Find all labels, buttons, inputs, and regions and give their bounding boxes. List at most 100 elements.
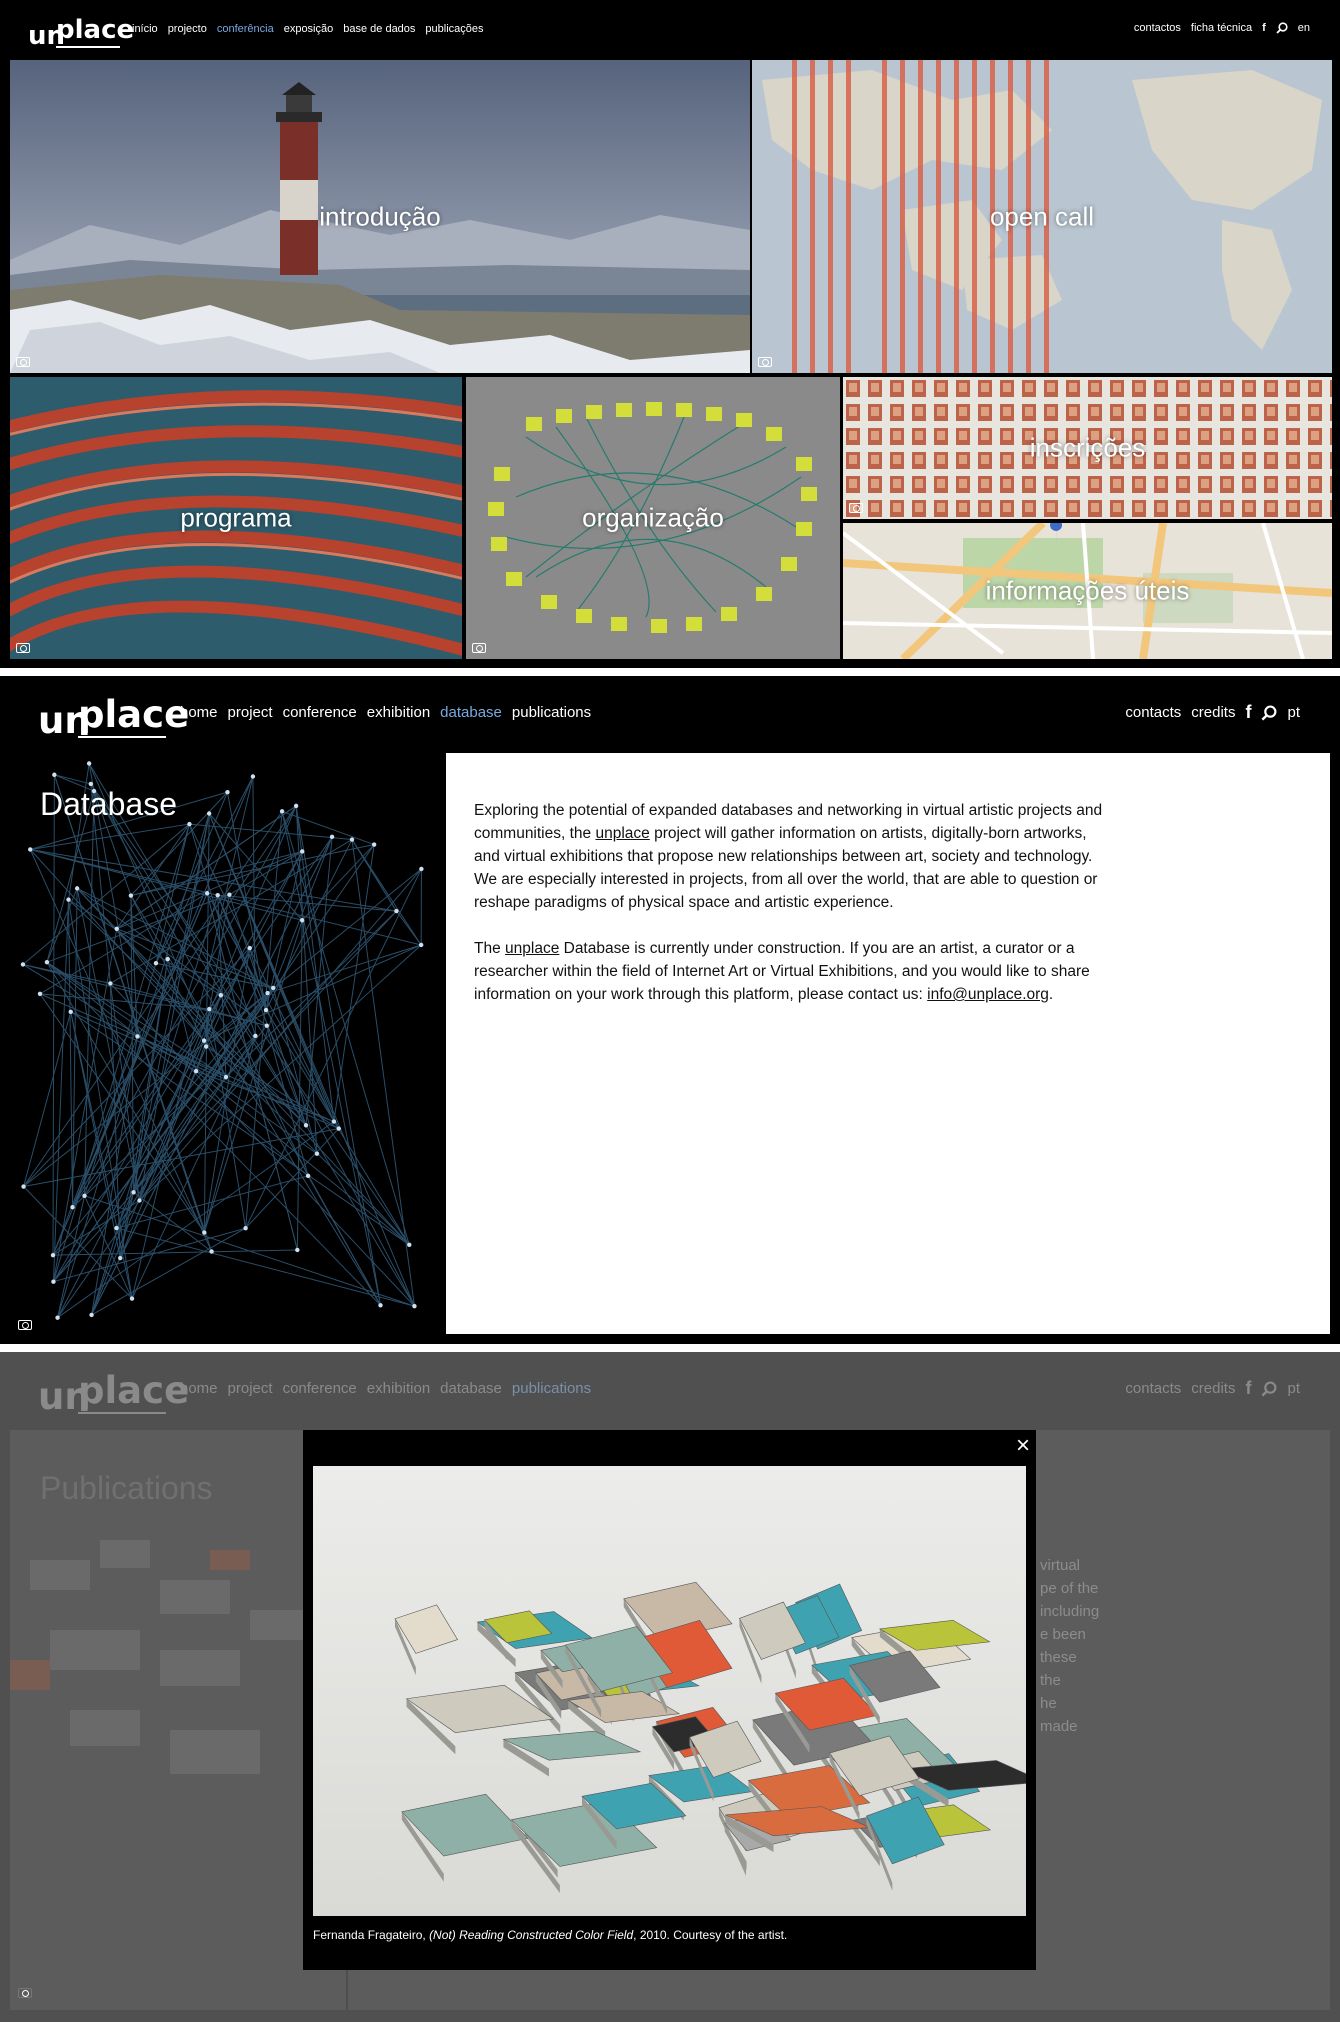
camera-icon[interactable] xyxy=(849,503,863,513)
logo-place: place xyxy=(78,693,190,736)
logo-place: place xyxy=(78,1369,190,1412)
unplace-link[interactable]: unplace xyxy=(595,825,649,842)
conference-page-panel: un place início projecto conferência exp… xyxy=(0,0,1340,668)
tile-label: open call xyxy=(989,201,1095,231)
camera-icon[interactable] xyxy=(472,643,486,653)
bg-line: pe of the xyxy=(1040,1580,1099,1597)
nav-credits[interactable]: credits xyxy=(1191,704,1235,721)
close-icon[interactable]: × xyxy=(1016,1434,1030,1458)
top-navigation: un place home project conference exhibit… xyxy=(0,676,1340,748)
secondary-menu: contacts credits f pt xyxy=(1125,702,1300,723)
tile-label: introdução xyxy=(319,201,441,231)
tile-introducao[interactable]: introdução xyxy=(10,60,750,373)
camera-icon[interactable] xyxy=(16,643,30,653)
camera-icon[interactable] xyxy=(18,1320,32,1330)
top-navigation: un place home project conference exhibit… xyxy=(0,1352,1340,1424)
logo-place: place xyxy=(56,15,135,45)
nav-conferencia[interactable]: conferência xyxy=(217,23,274,35)
bg-line: e been xyxy=(1040,1626,1086,1643)
caption-artist: Fernanda Fragateiro, xyxy=(313,1928,430,1942)
publication-thumbnail xyxy=(10,1540,320,1774)
image-caption: Fernanda Fragateiro, (Not) Reading Const… xyxy=(313,1928,787,1942)
nav-contacts[interactable]: contacts xyxy=(1125,1380,1181,1397)
caption-credit: , 2010. Courtesy of the artist. xyxy=(633,1928,788,1942)
search-icon[interactable] xyxy=(1261,1381,1277,1397)
email-link[interactable]: info@unplace.org xyxy=(927,986,1049,1003)
bg-line: virtual xyxy=(1040,1557,1081,1574)
nav-exhibition[interactable]: exhibition xyxy=(367,704,430,721)
page-title: Database xyxy=(40,786,177,822)
nav-exhibition[interactable]: exhibition xyxy=(367,1380,430,1397)
facebook-icon[interactable]: f xyxy=(1245,702,1251,723)
logo-underline xyxy=(78,1412,166,1414)
nav-base-de-dados[interactable]: base de dados xyxy=(343,23,415,35)
color-field-artwork xyxy=(313,1466,1026,1916)
bg-line: including xyxy=(1040,1603,1100,1620)
publications-page-panel: un place home project conference exhibit… xyxy=(0,1352,1340,2022)
facebook-icon[interactable]: f xyxy=(1245,1378,1251,1399)
caption-title: (Not) Reading Constructed Color Field xyxy=(429,1928,634,1942)
language-switch[interactable]: pt xyxy=(1287,1380,1300,1397)
network-graph-image xyxy=(20,761,424,1320)
language-switch[interactable]: en xyxy=(1298,22,1310,34)
bg-line: the xyxy=(1040,1672,1061,1689)
logo-underline xyxy=(56,46,120,48)
bg-line: these xyxy=(1040,1649,1077,1666)
nav-conference[interactable]: conference xyxy=(283,1380,357,1397)
nav-contacts[interactable]: contacts xyxy=(1125,704,1181,721)
nav-conference[interactable]: conference xyxy=(283,704,357,721)
unplace-logo[interactable]: un place xyxy=(38,1361,189,1415)
text: . xyxy=(1048,986,1054,1003)
nav-ficha-tecnica[interactable]: ficha técnica xyxy=(1191,22,1252,34)
nav-project[interactable]: project xyxy=(228,1380,273,1397)
tile-label: organização xyxy=(582,502,724,533)
tile-label: programa xyxy=(180,502,292,533)
search-icon[interactable] xyxy=(1276,22,1288,34)
main-menu: início projecto conferência exposição ba… xyxy=(132,23,484,35)
bg-line: made xyxy=(1040,1718,1078,1735)
main-menu: home project conference exhibition datab… xyxy=(180,704,591,721)
nav-inicio[interactable]: início xyxy=(132,23,158,35)
secondary-menu: contactos ficha técnica f en xyxy=(1134,22,1310,34)
main-menu: home project conference exhibition datab… xyxy=(180,1380,591,1397)
database-content: Exploring the potential of expanded data… xyxy=(446,753,1330,1334)
database-page-panel: un place home project conference exhibit… xyxy=(0,676,1340,1344)
nav-publications[interactable]: publications xyxy=(512,1380,591,1397)
tile-organizacao[interactable]: organização xyxy=(466,377,840,659)
image-lightbox: × Fernanda Fragateiro, (Not) Reading Con… xyxy=(303,1430,1036,1970)
unplace-logo[interactable]: un place xyxy=(38,685,189,739)
nav-exposicao[interactable]: exposição xyxy=(284,23,334,35)
nav-project[interactable]: project xyxy=(228,704,273,721)
camera-icon[interactable] xyxy=(758,357,772,367)
facebook-icon[interactable]: f xyxy=(1262,22,1266,34)
intro-paragraph: Exploring the potential of expanded data… xyxy=(474,799,1110,914)
nav-contactos[interactable]: contactos xyxy=(1134,22,1181,34)
logo-underline xyxy=(78,736,166,738)
text: The xyxy=(474,940,506,957)
bg-line: he xyxy=(1040,1695,1057,1712)
unplace-link[interactable]: unplace xyxy=(505,940,559,957)
nav-database[interactable]: database xyxy=(440,704,502,721)
construction-paragraph: The unplace Database is currently under … xyxy=(474,937,1110,1006)
tile-inscricoes[interactable]: inscrições xyxy=(843,377,1332,519)
tile-label: inscrições xyxy=(1029,432,1146,463)
search-icon[interactable] xyxy=(1261,705,1277,721)
tile-label: informações úteis xyxy=(985,575,1190,606)
tile-open-call[interactable]: open call xyxy=(752,60,1332,373)
page-title: Publications xyxy=(40,1470,213,1506)
secondary-menu: contacts credits f pt xyxy=(1125,1378,1300,1399)
top-navigation: un place início projecto conferência exp… xyxy=(0,0,1340,58)
language-switch[interactable]: pt xyxy=(1287,704,1300,721)
background-text: virtual pe of the including e been these… xyxy=(1040,1554,1140,1738)
unplace-logo[interactable]: un place xyxy=(28,9,134,49)
nav-projecto[interactable]: projecto xyxy=(168,23,207,35)
tile-informacoes-uteis[interactable]: informações úteis xyxy=(843,523,1332,659)
nav-publicacoes[interactable]: publicações xyxy=(425,23,483,35)
camera-icon[interactable] xyxy=(16,357,30,367)
camera-icon[interactable] xyxy=(18,1988,32,1998)
tile-programa[interactable]: programa xyxy=(10,377,462,659)
nav-publications[interactable]: publications xyxy=(512,704,591,721)
artwork-image xyxy=(313,1466,1026,1916)
nav-credits[interactable]: credits xyxy=(1191,1380,1235,1397)
nav-database[interactable]: database xyxy=(440,1380,502,1397)
